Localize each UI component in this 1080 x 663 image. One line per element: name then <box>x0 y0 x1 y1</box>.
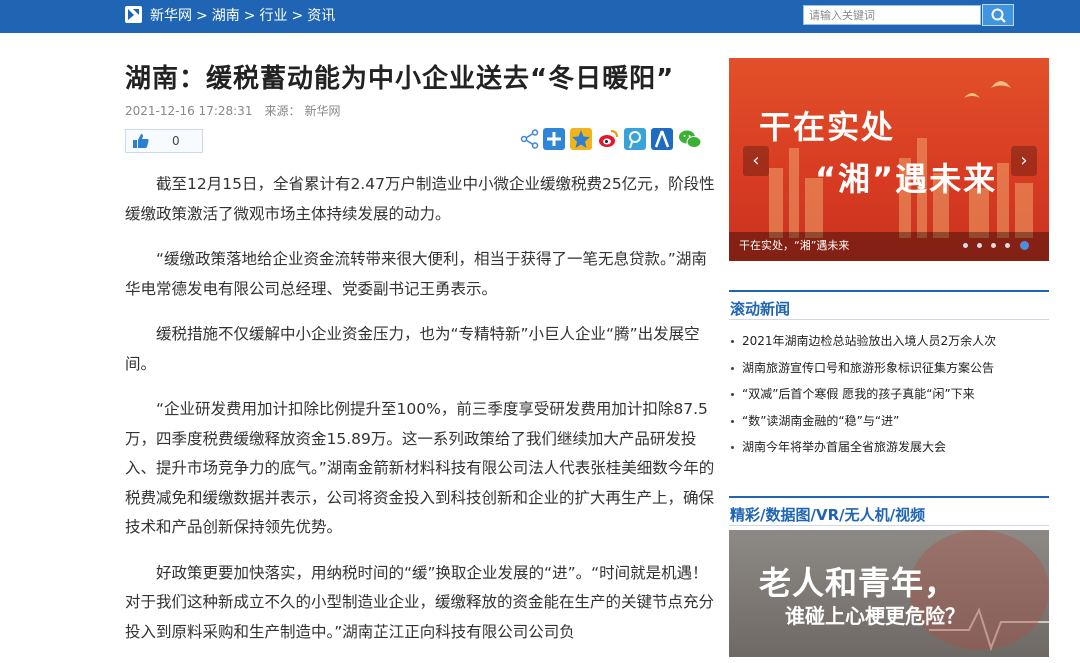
breadcrumb-xinhua[interactable]: 新华网 <box>150 8 192 24</box>
bullet-icon <box>731 446 734 449</box>
carousel-prev-button[interactable]: ‹ <box>743 146 769 176</box>
news-link[interactable]: 湖南今年将举办首届全省旅游发展大会 <box>742 440 946 454</box>
article-source: 新华网 <box>304 104 341 118</box>
qzone-icon[interactable] <box>570 128 592 150</box>
carousel-dot-active[interactable] <box>1020 241 1029 250</box>
search-icon <box>991 8 1006 23</box>
tencent-weibo-icon[interactable] <box>624 128 646 150</box>
bullet-icon <box>731 419 734 423</box>
list-item[interactable]: “数”读湖南金融的“稳”与“进” <box>729 410 1049 437</box>
promo-video-thumbnail[interactable]: 老人和青年， 谁碰上心梗更危险？ <box>729 530 1049 657</box>
list-item[interactable]: 湖南旅游宣传口号和旅游形象标识征集方案公告 <box>729 357 1049 384</box>
banner-subheadline: “湘”遇未来 <box>815 160 998 198</box>
rolling-news-title: 滚动新闻 <box>730 300 791 318</box>
renren-icon[interactable] <box>651 128 673 150</box>
media-section-header: 精彩/数据图/VR/无人机/视频 <box>729 496 1049 526</box>
breadcrumb: 新华网 > 湖南 > 行业 > 资讯 <box>150 7 335 25</box>
article-meta: 2021-12-16 17:28:31 来源： 新华网 <box>125 102 340 119</box>
plus-share-icon[interactable] <box>543 128 565 150</box>
article-paragraph: “企业研发费用加计扣除比例提升至100%，前三季度享受研发费用加计扣除87.5万… <box>125 400 715 536</box>
article-paragraph: 截至12月15日，全省累计有2.47万户制造业中小微企业缓缴税费25亿元，阶段性… <box>125 175 715 223</box>
article-title: 湖南：缓税蓄动能为中小企业送去“冬日暖阳” <box>125 64 675 94</box>
news-link[interactable]: “双减”后首个寒假 愿我的孩子真能“闲”下来 <box>742 387 975 401</box>
carousel-dot[interactable] <box>1005 243 1010 248</box>
news-link[interactable]: 湖南旅游宣传口号和旅游形象标识征集方案公告 <box>742 361 994 375</box>
section-top-bar <box>729 496 1049 498</box>
breadcrumb-industry[interactable]: 行业 <box>259 8 287 24</box>
bullet-icon <box>731 366 734 370</box>
breadcrumb-news[interactable]: 资讯 <box>307 8 335 24</box>
breadcrumb-separator: > <box>243 8 256 24</box>
list-item[interactable]: “双减”后首个寒假 愿我的孩子真能“闲”下来 <box>729 383 1049 410</box>
article-datetime: 2021-12-16 17:28:31 <box>125 104 253 118</box>
promo-headline: 老人和青年， <box>759 564 958 602</box>
like-count: 0 <box>172 134 180 148</box>
search-input[interactable] <box>803 5 981 25</box>
list-item[interactable]: 湖南今年将举办首届全省旅游发展大会 <box>729 436 1049 463</box>
carousel-dot[interactable] <box>991 243 996 248</box>
top-nav-bar: 新华网 > 湖南 > 行业 > 资讯 <box>0 0 1080 33</box>
share-icon[interactable] <box>519 128 541 150</box>
article-paragraph: “缓缴政策落地给企业资金流转带来很大便利，相当于获得了一笔无息贷款。”湖南华电常… <box>125 250 707 298</box>
thumbs-up-icon <box>133 134 149 148</box>
carousel-dot[interactable] <box>963 243 968 248</box>
section-top-bar <box>729 290 1049 292</box>
wechat-icon[interactable] <box>678 128 702 150</box>
bullet-icon <box>731 340 734 343</box>
banner-headline: 干在实处 <box>759 108 896 146</box>
banner-caption: 干在实处，“湘”遇未来 <box>739 239 850 252</box>
bullet-icon <box>731 393 734 396</box>
breadcrumb-hunan[interactable]: 湖南 <box>212 8 240 24</box>
breadcrumb-separator: > <box>291 8 304 24</box>
xinhua-logo-icon[interactable] <box>125 6 142 23</box>
source-label: 来源： <box>264 104 301 118</box>
breadcrumb-separator: > <box>196 8 208 24</box>
banner-carousel[interactable]: 干在实处 “湘”遇未来 ‹ › 干在实处，“湘”遇未来 <box>729 58 1049 261</box>
like-button[interactable]: 0 <box>125 129 203 153</box>
article-paragraph: 好政策更要加快落实，用纳税时间的“缓”换取企业发展的“进”。“时间就是机遇！对于… <box>125 563 715 641</box>
rolling-news-header: 滚动新闻 <box>729 290 1049 320</box>
news-link[interactable]: 2021年湖南边检总站验放出入境人员2万余人次 <box>742 334 996 348</box>
list-item[interactable]: 2021年湖南边检总站验放出入境人员2万余人次 <box>729 330 1049 357</box>
media-section-title[interactable]: 精彩/数据图/VR/无人机/视频 <box>730 504 925 525</box>
carousel-next-button[interactable]: › <box>1011 146 1037 176</box>
article-paragraph: 缓税措施不仅缓解中小企业资金压力，也为“专精特新”小巨人企业“腾”出发展空间。 <box>125 325 700 373</box>
promo-subheadline: 谁碰上心梗更危险？ <box>785 604 965 628</box>
search-button[interactable] <box>982 4 1014 26</box>
news-link[interactable]: “数”读湖南金融的“稳”与“进” <box>742 414 899 428</box>
article-body: 截至12月15日，全省累计有2.47万户制造业中小微企业缓缴税费25亿元，阶段性… <box>125 170 715 663</box>
rolling-news-list: 2021年湖南边检总站验放出入境人员2万余人次 湖南旅游宣传口号和旅游形象标识征… <box>729 330 1049 463</box>
carousel-dot[interactable] <box>977 243 982 248</box>
weibo-icon[interactable] <box>597 128 619 150</box>
